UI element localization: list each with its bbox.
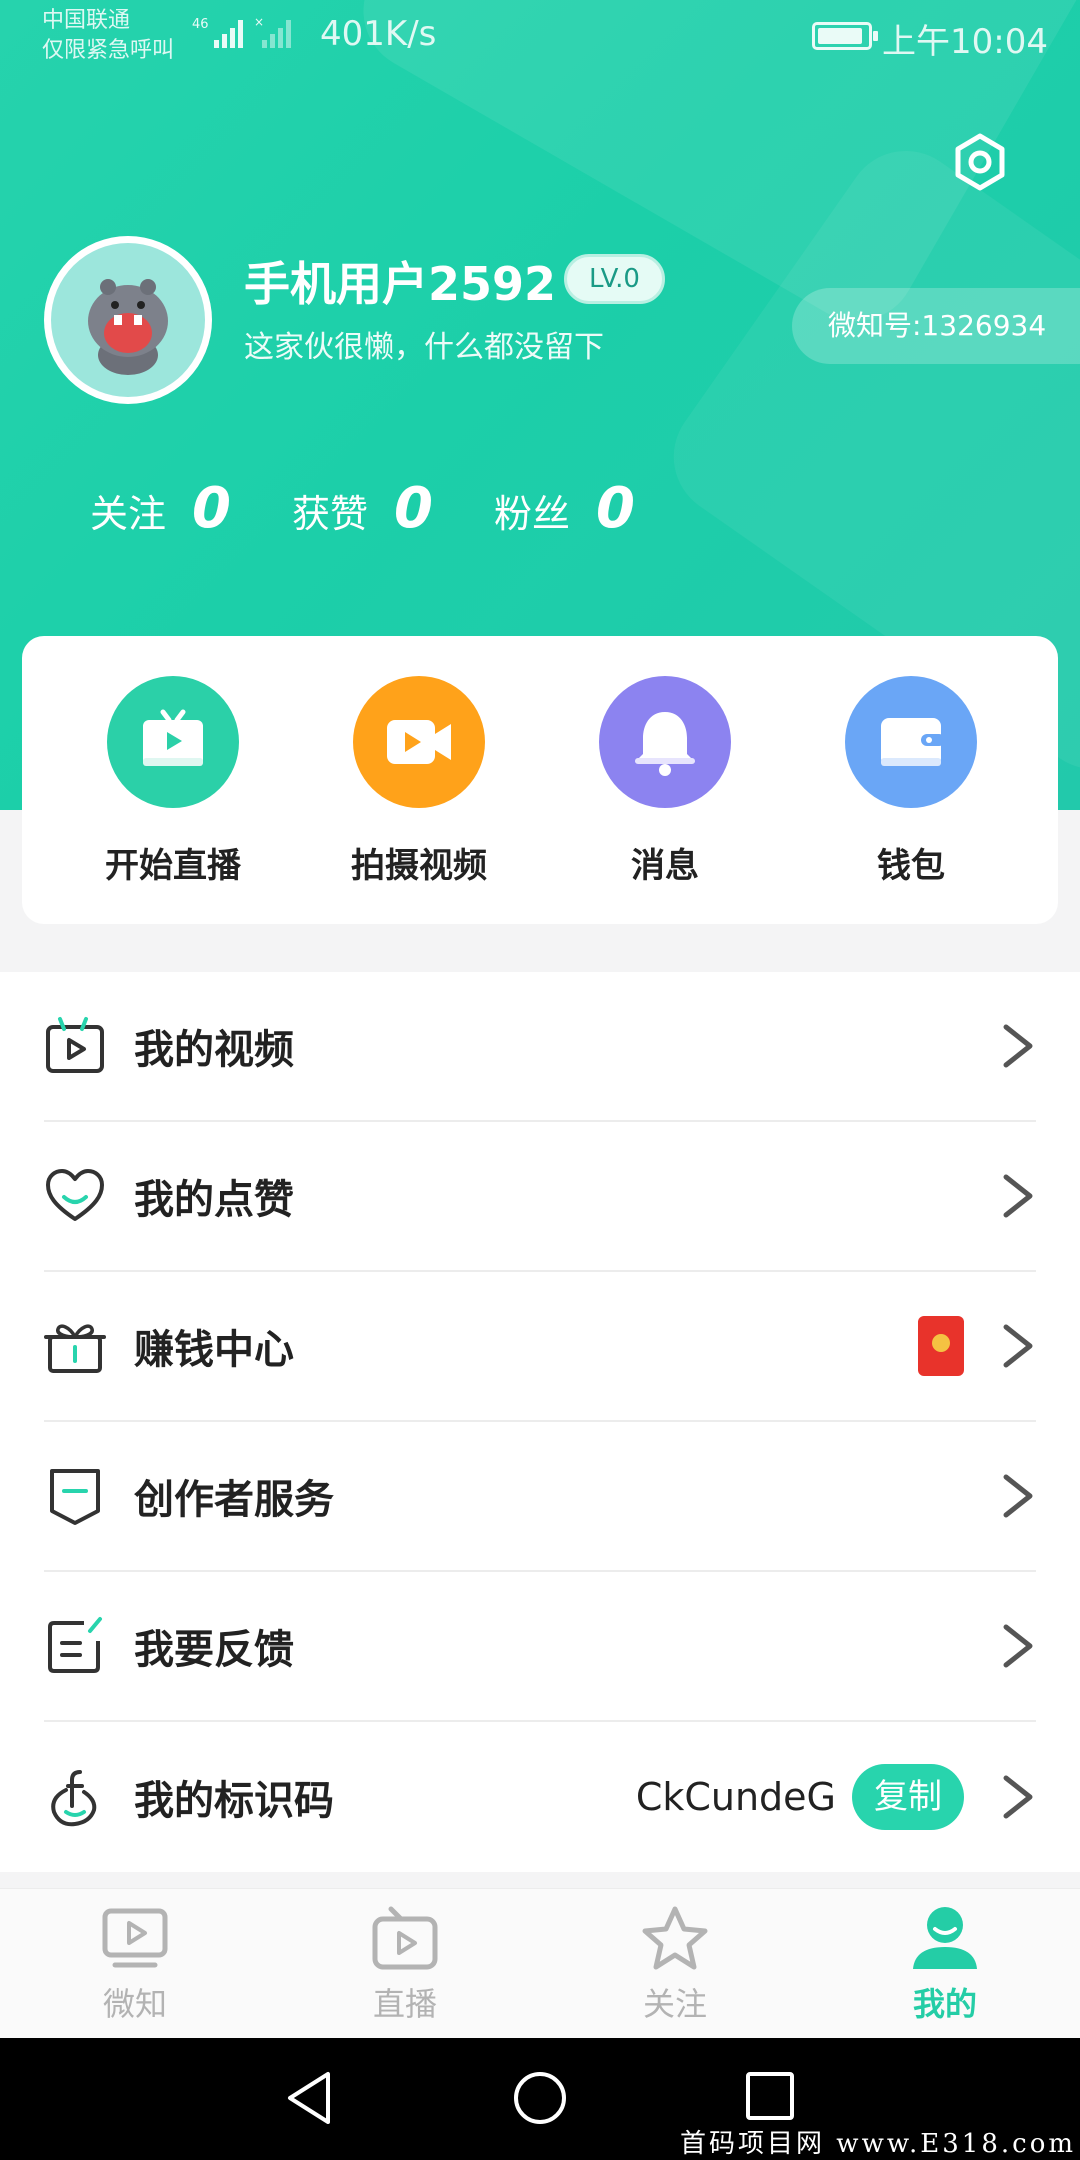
identity-code-value: CkCundeG xyxy=(635,1775,836,1819)
shield-badge-icon xyxy=(50,1469,100,1525)
chevron-right-icon xyxy=(1003,1624,1033,1668)
carrier-emergency: 仅限紧急呼叫 xyxy=(42,38,175,63)
stat-value: 0 xyxy=(394,476,433,541)
net-speed: 401K/s xyxy=(320,14,437,54)
username: 手机用户2592 xyxy=(244,257,557,311)
quick-action-messages[interactable]: 消息 xyxy=(570,676,760,924)
quick-actions-card: 开始直播 拍摄视频 消息 钱包 xyxy=(22,636,1058,924)
stat-label: 粉丝 xyxy=(494,492,571,536)
stat-fans[interactable]: 粉丝 0 xyxy=(494,476,696,541)
bell-icon xyxy=(599,676,731,808)
signal-icon: 46 × xyxy=(192,15,291,48)
identity-code-icon xyxy=(51,1770,97,1827)
quick-action-wallet[interactable]: 钱包 xyxy=(816,676,1006,924)
tab-follow[interactable]: 关注 xyxy=(540,1889,810,2038)
video-camera-icon xyxy=(353,676,485,808)
stat-following[interactable]: 关注 0 xyxy=(90,476,292,541)
network-badge: 46 xyxy=(192,17,209,32)
menu-label: 我要反馈 xyxy=(134,1627,294,1673)
menu-item-feedback[interactable]: 我要反馈 xyxy=(44,1572,1036,1722)
level-badge: LV.0 xyxy=(564,254,665,304)
stat-label: 获赞 xyxy=(292,492,369,536)
quick-action-label: 消息 xyxy=(631,846,699,886)
copy-button[interactable]: 复制 xyxy=(852,1764,964,1830)
chevron-right-icon xyxy=(1003,1324,1033,1368)
tab-me[interactable]: 我的 xyxy=(810,1889,1080,2038)
carrier-info: 中国联通 仅限紧急呼叫 xyxy=(42,6,174,66)
red-packet-icon xyxy=(918,1316,964,1376)
stat-likes[interactable]: 获赞 0 xyxy=(292,476,494,541)
video-calendar-icon xyxy=(46,1017,104,1073)
user-icon xyxy=(913,1907,977,1969)
weizhi-id[interactable]: 微知号:1326934 xyxy=(792,288,1080,364)
hippo-avatar-icon xyxy=(88,279,168,375)
profile-stats: 关注 0 获赞 0 粉丝 0 xyxy=(90,476,696,541)
avatar[interactable] xyxy=(44,236,212,404)
chevron-right-icon xyxy=(1003,1474,1033,1518)
settings-gear-icon[interactable] xyxy=(950,132,1010,192)
chevron-right-icon xyxy=(1003,1775,1033,1819)
tab-label: 关注 xyxy=(642,1985,707,2023)
user-bio: 这家伙很懒，什么都没留下 xyxy=(244,330,604,365)
back-icon[interactable] xyxy=(284,2070,334,2126)
feedback-note-icon xyxy=(48,1617,102,1673)
tv-play-icon xyxy=(107,676,239,808)
quick-action-label: 开始直播 xyxy=(105,846,241,886)
menu-item-identity-code[interactable]: 我的标识码 CkCundeG 复制 xyxy=(44,1722,1036,1872)
stat-value: 0 xyxy=(596,476,635,541)
recents-icon[interactable] xyxy=(744,2070,796,2122)
tab-label: 微知 xyxy=(102,1985,167,2023)
quick-action-record[interactable]: 拍摄视频 xyxy=(324,676,514,924)
menu-label: 赚钱中心 xyxy=(134,1327,294,1373)
menu-item-my-likes[interactable]: 我的点赞 xyxy=(44,1122,1036,1272)
menu-label: 创作者服务 xyxy=(134,1477,334,1523)
watermark: 首码项目网 www.E318.com xyxy=(680,2129,1076,2159)
menu-item-creator-service[interactable]: 创作者服务 xyxy=(44,1422,1036,1572)
tab-label: 我的 xyxy=(912,1985,977,2023)
stat-value: 0 xyxy=(192,476,231,541)
quick-action-live[interactable]: 开始直播 xyxy=(78,676,268,924)
carrier-name: 中国联通 xyxy=(42,8,131,33)
menu-item-my-videos[interactable]: 我的视频 xyxy=(44,972,1036,1122)
menu-label: 我的标识码 xyxy=(134,1778,334,1824)
menu-label: 我的视频 xyxy=(134,1027,294,1073)
star-icon xyxy=(642,1906,708,1970)
tv-icon xyxy=(372,1906,438,1970)
tab-live[interactable]: 直播 xyxy=(270,1889,540,2038)
heart-icon xyxy=(46,1169,104,1221)
menu-item-earn-center[interactable]: 赚钱中心 xyxy=(44,1272,1036,1422)
battery-icon xyxy=(812,22,878,50)
chevron-right-icon xyxy=(1003,1174,1033,1218)
status-bar: 中国联通 仅限紧急呼叫 46 × 401K/s 上午10:04 xyxy=(0,0,1080,72)
play-screen-icon xyxy=(102,1908,168,1968)
system-navigation-bar: 首码项目网 www.E318.com xyxy=(0,2038,1080,2160)
home-icon[interactable] xyxy=(512,2070,568,2126)
gift-box-icon xyxy=(44,1324,106,1373)
chevron-right-icon xyxy=(1003,1024,1033,1068)
menu-label: 我的点赞 xyxy=(134,1177,294,1223)
tab-weizhi[interactable]: 微知 xyxy=(0,1889,270,2038)
stat-label: 关注 xyxy=(90,492,167,536)
quick-action-label: 拍摄视频 xyxy=(351,846,487,886)
settings-menu: 我的视频 我的点赞 赚钱中心 创作者服务 我要反馈 我的标识码 CkCundeG… xyxy=(0,972,1080,1872)
svg-text:×: × xyxy=(254,15,264,29)
clock: 上午10:04 xyxy=(882,22,1048,62)
bottom-tab-bar: 微知 直播 关注 我的 xyxy=(0,1888,1080,2038)
tab-label: 直播 xyxy=(372,1985,437,2023)
wallet-icon xyxy=(845,676,977,808)
quick-action-label: 钱包 xyxy=(877,846,945,886)
